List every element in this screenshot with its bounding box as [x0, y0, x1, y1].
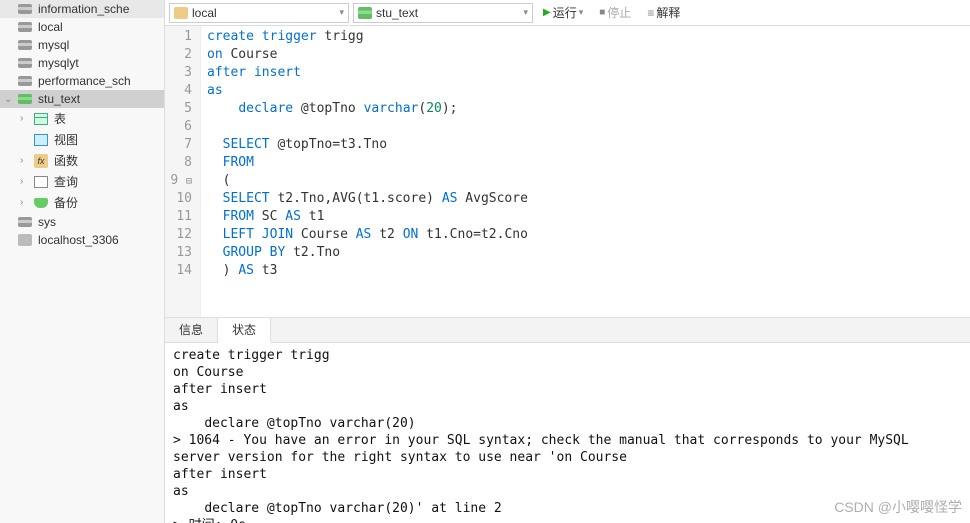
chevron-icon: ›: [20, 155, 32, 166]
line-number: 5: [169, 100, 192, 118]
explain-button[interactable]: ≡ 解释: [641, 2, 686, 23]
tree-item-localhost_3306[interactable]: localhost_3306: [0, 231, 164, 249]
tab-信息[interactable]: 信息: [165, 318, 218, 342]
chevron-icon: ›: [20, 176, 32, 187]
code-area[interactable]: create trigger triggon Courseafter inser…: [201, 26, 970, 317]
tree-item-sys[interactable]: sys: [0, 213, 164, 231]
backup-icon: [34, 198, 48, 208]
tree-item-mysql[interactable]: mysql: [0, 36, 164, 54]
chevron-down-icon: ▾: [579, 7, 584, 18]
query-icon: [34, 176, 48, 188]
chevron-icon: ›: [20, 197, 32, 208]
tree-item-label: 查询: [54, 173, 78, 190]
result-tabs: 信息状态: [165, 317, 970, 343]
code-line[interactable]: create trigger trigg: [207, 28, 964, 46]
code-line[interactable]: SELECT t2.Tno,AVG(t1.score) AS AvgScore: [207, 190, 964, 208]
line-number: 3: [169, 64, 192, 82]
table-icon: [34, 113, 48, 125]
code-line[interactable]: declare @topTno varchar(20);: [207, 100, 964, 118]
database-icon: [18, 58, 32, 68]
chevron-down-icon: ▾: [523, 7, 528, 18]
database-tree: information_schelocal mysql mysqlyt perform…: [0, 0, 165, 523]
connection-dropdown[interactable]: local ▾: [169, 3, 349, 23]
line-number: 8: [169, 154, 192, 172]
tree-item-local[interactable]: local: [0, 18, 164, 36]
database-icon: [18, 40, 32, 50]
code-line[interactable]: (: [207, 172, 964, 190]
line-number: 11: [169, 208, 192, 226]
tree-item-label: 表: [54, 110, 66, 127]
code-line[interactable]: LEFT JOIN Course AS t2 ON t1.Cno=t2.Cno: [207, 226, 964, 244]
chevron-icon: ⌄: [4, 94, 16, 105]
stop-button[interactable]: ■ 停止: [593, 2, 637, 23]
code-line[interactable]: GROUP BY t2.Tno: [207, 244, 964, 262]
tree-item-label: information_sche: [38, 2, 129, 16]
host-icon: [18, 234, 32, 246]
database-label: stu_text: [376, 6, 418, 20]
tree-item-函数[interactable]: ›fx 函数: [0, 150, 164, 171]
tree-item-表[interactable]: ›表: [0, 108, 164, 129]
main-panel: local ▾ stu_text ▾ ▶ 运行 ▾ ■ 停止 ≡ 解释: [165, 0, 970, 523]
code-line[interactable]: as: [207, 82, 964, 100]
line-number: 7: [169, 136, 192, 154]
output-panel: create trigger trigg on Course after ins…: [165, 343, 970, 523]
line-number: 6: [169, 118, 192, 136]
code-line[interactable]: SELECT @topTno=t3.Tno: [207, 136, 964, 154]
database-icon: [18, 76, 32, 86]
database-dropdown[interactable]: stu_text ▾: [353, 3, 533, 23]
tree-item-备份[interactable]: › 备份: [0, 192, 164, 213]
tab-状态[interactable]: 状态: [218, 318, 271, 343]
code-line[interactable]: after insert: [207, 64, 964, 82]
tree-item-label: 视图: [54, 131, 78, 148]
connection-label: local: [192, 6, 217, 20]
tree-item-label: mysql: [38, 38, 69, 52]
line-number: 9 ⊟: [169, 172, 192, 190]
database-icon: [358, 7, 372, 19]
toolbar: local ▾ stu_text ▾ ▶ 运行 ▾ ■ 停止 ≡ 解释: [165, 0, 970, 26]
tree-item-label: localhost_3306: [38, 233, 119, 247]
database-icon: [18, 4, 32, 14]
tree-item-查询[interactable]: › 查询: [0, 171, 164, 192]
tree-item-label: 函数: [54, 152, 78, 169]
chevron-down-icon: ▾: [339, 7, 344, 18]
explain-icon: ≡: [647, 6, 654, 20]
stop-icon: ■: [599, 7, 605, 18]
view-icon: [34, 134, 48, 146]
code-line[interactable]: FROM SC AS t1: [207, 208, 964, 226]
code-line[interactable]: ) AS t3: [207, 262, 964, 280]
tree-item-mysqlyt[interactable]: mysqlyt: [0, 54, 164, 72]
database-icon: [18, 94, 32, 104]
code-line[interactable]: [207, 118, 964, 136]
tree-item-information_sche[interactable]: information_sche: [0, 0, 164, 18]
code-line[interactable]: on Course: [207, 46, 964, 64]
function-icon: fx: [34, 154, 48, 168]
tree-item-label: stu_text: [38, 92, 80, 106]
database-icon: [18, 22, 32, 32]
line-number: 2: [169, 46, 192, 64]
line-number: 13: [169, 244, 192, 262]
tree-item-stu_text[interactable]: ⌄ stu_text: [0, 90, 164, 108]
chevron-icon: ›: [20, 113, 32, 124]
tree-item-label: local: [38, 20, 63, 34]
run-button[interactable]: ▶ 运行 ▾: [537, 2, 589, 23]
line-number: 10: [169, 190, 192, 208]
database-icon: [18, 217, 32, 227]
line-number: 4: [169, 82, 192, 100]
tree-item-label: performance_sch: [38, 74, 131, 88]
tree-item-label: mysqlyt: [38, 56, 79, 70]
tree-item-视图[interactable]: 视图: [0, 129, 164, 150]
code-line[interactable]: FROM: [207, 154, 964, 172]
tree-item-label: 备份: [54, 194, 78, 211]
line-gutter: 123456789 ⊟1011121314: [165, 26, 201, 317]
sql-editor[interactable]: 123456789 ⊟1011121314 create trigger tri…: [165, 26, 970, 317]
tree-item-performance_sch[interactable]: performance_sch: [0, 72, 164, 90]
line-number: 14: [169, 262, 192, 280]
line-number: 1: [169, 28, 192, 46]
play-icon: ▶: [543, 7, 551, 18]
line-number: 12: [169, 226, 192, 244]
tree-item-label: sys: [38, 215, 56, 229]
user-icon: [174, 7, 188, 19]
